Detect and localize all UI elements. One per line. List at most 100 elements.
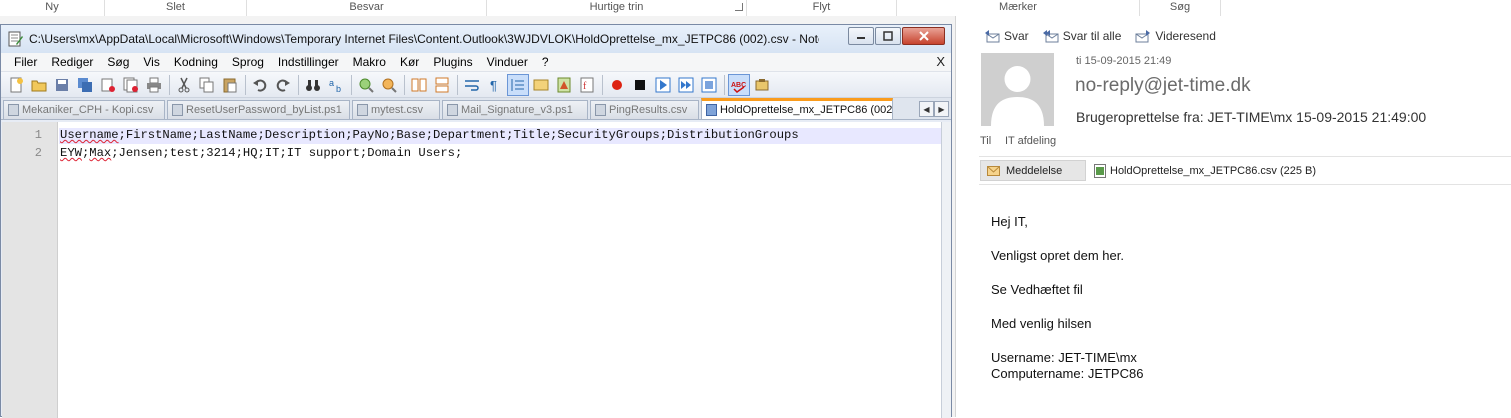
- tab-resetuserpassword[interactable]: ResetUserPassword_byList.ps1: [167, 100, 350, 119]
- vertical-scrollbar[interactable]: [941, 122, 951, 418]
- svg-text:b: b: [336, 84, 341, 93]
- attachment-file[interactable]: HoldOprettelse_mx_JETPC86.csv (225 B): [1094, 163, 1317, 178]
- menu-window[interactable]: Vinduer: [480, 53, 535, 72]
- sync-vertical-button[interactable]: [408, 74, 430, 96]
- sync-vertical-icon: [411, 78, 427, 91]
- print-icon: [147, 77, 161, 92]
- close-window-button[interactable]: [902, 27, 945, 45]
- menu-view[interactable]: Vis: [136, 53, 166, 72]
- open-folder-icon: [31, 80, 47, 91]
- notepad-app-icon: [8, 31, 23, 47]
- ribbon-group-find: Søg: [1140, 0, 1221, 16]
- attachment-bar: Meddelelse HoldOprettelse_mx_JETPC86.csv…: [980, 160, 1316, 181]
- minimize-button[interactable]: [848, 27, 874, 45]
- code-text: ;Jensen;test;3214;HQ;IT;IT support;Domai…: [111, 146, 463, 160]
- paste-button[interactable]: [219, 74, 241, 96]
- tab-label: PingResults.csv: [609, 104, 688, 116]
- plugin-icon: [755, 78, 769, 90]
- zoom-in-icon: [359, 78, 374, 93]
- tab-mytest[interactable]: mytest.csv: [352, 100, 440, 119]
- spellcheck-button[interactable]: ABC: [728, 73, 750, 96]
- sync-horizontal-button[interactable]: [431, 74, 453, 96]
- message-tab-label: Meddelelse: [1006, 164, 1063, 177]
- close-file-icon: [101, 78, 115, 92]
- replace-button[interactable]: ab: [325, 74, 347, 96]
- menu-search[interactable]: Søg: [100, 53, 136, 72]
- zoom-out-button[interactable]: [378, 74, 400, 96]
- copy-button[interactable]: [196, 74, 218, 96]
- doc-map-button[interactable]: [553, 74, 575, 96]
- play-icon: [655, 77, 671, 92]
- close-document-button[interactable]: X: [936, 54, 945, 69]
- udl-button[interactable]: [530, 74, 552, 96]
- menu-plugins[interactable]: Plugins: [426, 53, 479, 72]
- word-wrap-button[interactable]: [461, 74, 483, 96]
- body-divider: [979, 184, 1511, 185]
- dialog-launcher-icon[interactable]: [735, 3, 743, 11]
- menu-encoding[interactable]: Kodning: [167, 53, 225, 72]
- indent-guide-button[interactable]: [507, 73, 529, 96]
- notepad-title-bar[interactable]: C:\Users\mx\AppData\Local\Microsoft\Wind…: [1, 25, 951, 53]
- plugin-button[interactable]: [751, 74, 773, 96]
- save-macro-button[interactable]: [698, 74, 720, 96]
- attachment-name: HoldOprettelse_mx_JETPC86.csv (225 B): [1110, 164, 1317, 177]
- zoom-out-icon: [382, 78, 397, 93]
- play-macro-button[interactable]: [652, 74, 674, 96]
- message-tab[interactable]: Meddelelse: [980, 160, 1086, 181]
- window-controls: [847, 27, 945, 45]
- tab-holdoprettelse[interactable]: HoldOprettelse_mx_JETPC86 (002).c: [701, 98, 893, 119]
- sent-date: ti 15-09-2015 21:49: [1076, 55, 1172, 67]
- zoom-in-button[interactable]: [355, 74, 377, 96]
- stop-macro-button[interactable]: [629, 74, 651, 96]
- tab-pingresults[interactable]: PingResults.csv: [590, 100, 699, 119]
- body-line: Se Vedhæftet fil: [991, 282, 1083, 297]
- reply-button[interactable]: Svar: [984, 28, 1029, 44]
- tab-mekaniker-cph-kopi[interactable]: Mekaniker_CPH - Kopi.csv: [3, 100, 165, 119]
- save-all-button[interactable]: [74, 74, 96, 96]
- maximize-button[interactable]: [875, 27, 901, 45]
- close-all-icon: [123, 77, 138, 92]
- reply-all-button[interactable]: Svar til alle: [1042, 28, 1122, 44]
- cut-button[interactable]: [173, 74, 195, 96]
- ribbon-group-respond: Besvar: [247, 0, 487, 16]
- redo-button[interactable]: [272, 74, 294, 96]
- menu-file[interactable]: Filer: [7, 53, 44, 72]
- menu-settings[interactable]: Indstillinger: [271, 53, 346, 72]
- save-button[interactable]: [51, 74, 73, 96]
- show-all-chars-button[interactable]: ¶: [484, 74, 506, 96]
- close-file-button[interactable]: [97, 74, 119, 96]
- run-macro-multiple-button[interactable]: [675, 74, 697, 96]
- misspelled-word: EYW: [60, 146, 82, 160]
- menu-language[interactable]: Sprog: [225, 53, 271, 72]
- open-file-button[interactable]: [28, 74, 50, 96]
- notepad-title: C:\Users\mx\AppData\Local\Microsoft\Wind…: [29, 32, 819, 46]
- forward-button[interactable]: Videresend: [1135, 28, 1216, 44]
- reply-actions: Svar Svar til alle Videresend: [984, 28, 1230, 44]
- sender-address[interactable]: no-reply@jet-time.dk: [1075, 75, 1251, 97]
- recipient[interactable]: IT afdeling: [1005, 135, 1056, 147]
- tab-scroll-left-button[interactable]: ◀: [919, 101, 934, 117]
- body-computername: Computername: JETPC86: [991, 366, 1144, 381]
- print-button[interactable]: [143, 74, 165, 96]
- menu-help[interactable]: ?: [535, 53, 556, 72]
- find-button[interactable]: [302, 74, 324, 96]
- forward-label: Videresend: [1155, 29, 1216, 43]
- menu-run[interactable]: Kør: [393, 53, 426, 72]
- function-list-button[interactable]: f: [576, 74, 598, 96]
- reply-all-label: Svar til alle: [1062, 29, 1122, 43]
- tab-mail-signature[interactable]: Mail_Signature_v3.ps1: [442, 100, 588, 119]
- notepad-tab-bar: Mekaniker_CPH - Kopi.csv ResetUserPasswo…: [1, 98, 951, 120]
- tab-label: ResetUserPassword_byList.ps1: [186, 104, 342, 116]
- record-macro-button[interactable]: [606, 74, 628, 96]
- menu-macro[interactable]: Makro: [346, 53, 393, 72]
- tab-scroll-right-button[interactable]: ▶: [934, 101, 949, 117]
- menu-edit[interactable]: Rediger: [44, 53, 100, 72]
- email-body: Hej IT, Venligst opret dem her. Se Vedhæ…: [991, 214, 1143, 382]
- close-all-button[interactable]: [120, 74, 142, 96]
- notepad-toolbar: ab ¶ f ABC: [1, 72, 951, 98]
- line-number: 1: [34, 128, 42, 142]
- ribbon-group-delete: Slet: [105, 0, 247, 16]
- text-editor[interactable]: 1 2 Username;FirstName;LastName;Descript…: [2, 122, 942, 418]
- new-file-button[interactable]: [5, 74, 27, 96]
- undo-button[interactable]: [249, 74, 271, 96]
